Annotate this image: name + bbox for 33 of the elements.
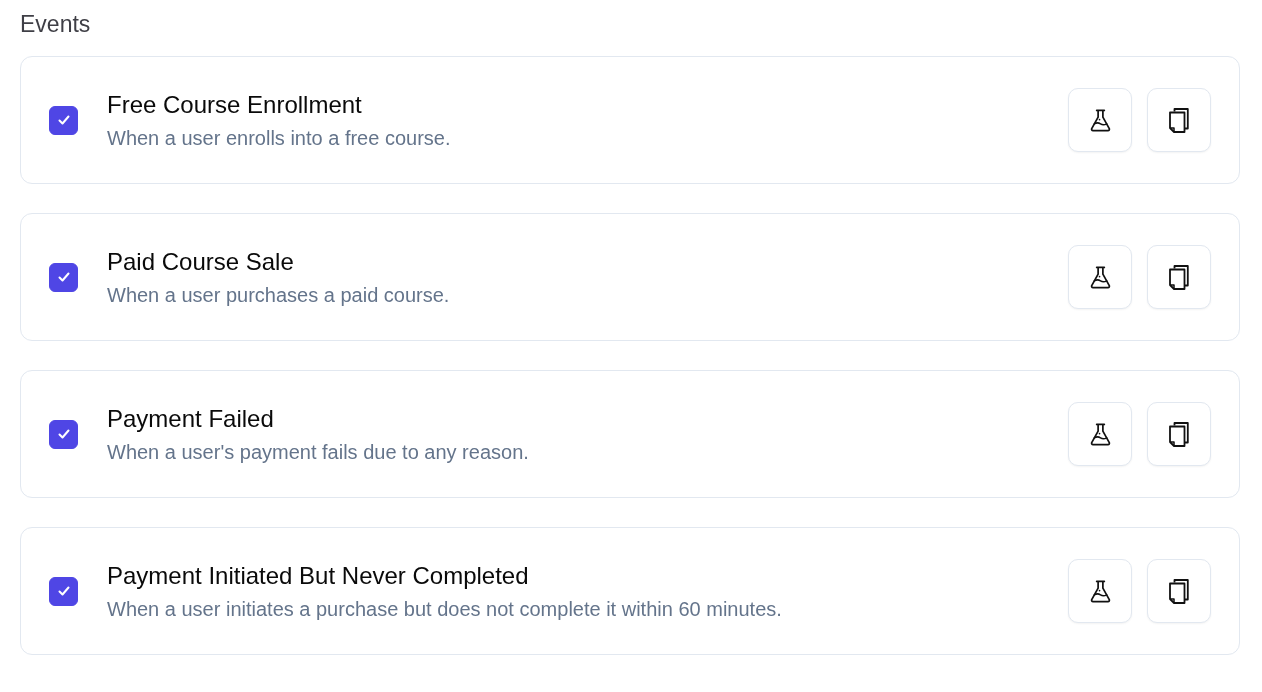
checkbox[interactable] xyxy=(49,419,78,449)
flask-button[interactable] xyxy=(1068,88,1132,152)
checkbox[interactable] xyxy=(49,105,78,135)
flask-icon xyxy=(1089,108,1111,132)
copy-button[interactable] xyxy=(1147,559,1211,623)
flask-button[interactable] xyxy=(1068,559,1132,623)
event-title: Free Course Enrollment xyxy=(107,89,363,119)
checkmark-icon xyxy=(55,583,72,599)
copy-button[interactable] xyxy=(1147,88,1211,152)
event-description: When a user's payment fails due to any reason. xyxy=(107,439,530,465)
event-description: When a user enrolls into a free course. xyxy=(107,125,452,151)
flask-button[interactable] xyxy=(1068,402,1132,466)
flask-button[interactable] xyxy=(1068,245,1132,309)
event-title: Payment Initiated But Never Completed xyxy=(107,560,530,590)
flask-icon xyxy=(1089,579,1111,603)
copy-icon xyxy=(1169,107,1189,133)
flask-icon xyxy=(1089,265,1111,289)
checkmark-icon xyxy=(55,426,72,442)
checkmark-icon xyxy=(55,269,72,285)
event-title: Payment Failed xyxy=(107,403,275,433)
copy-icon xyxy=(1169,578,1189,604)
checkbox[interactable] xyxy=(49,576,78,606)
copy-icon xyxy=(1169,421,1189,447)
copy-button[interactable] xyxy=(1147,402,1211,466)
section-heading: Events xyxy=(20,10,92,39)
checkmark-icon xyxy=(55,112,72,128)
flask-icon xyxy=(1089,422,1111,446)
event-description: When a user purchases a paid course. xyxy=(107,282,451,308)
copy-button[interactable] xyxy=(1147,245,1211,309)
event-description: When a user initiates a purchase but does not complete it within 60 minutes. xyxy=(107,596,783,622)
copy-icon xyxy=(1169,264,1189,290)
event-title: Paid Course Sale xyxy=(107,246,295,276)
checkbox[interactable] xyxy=(49,262,78,292)
